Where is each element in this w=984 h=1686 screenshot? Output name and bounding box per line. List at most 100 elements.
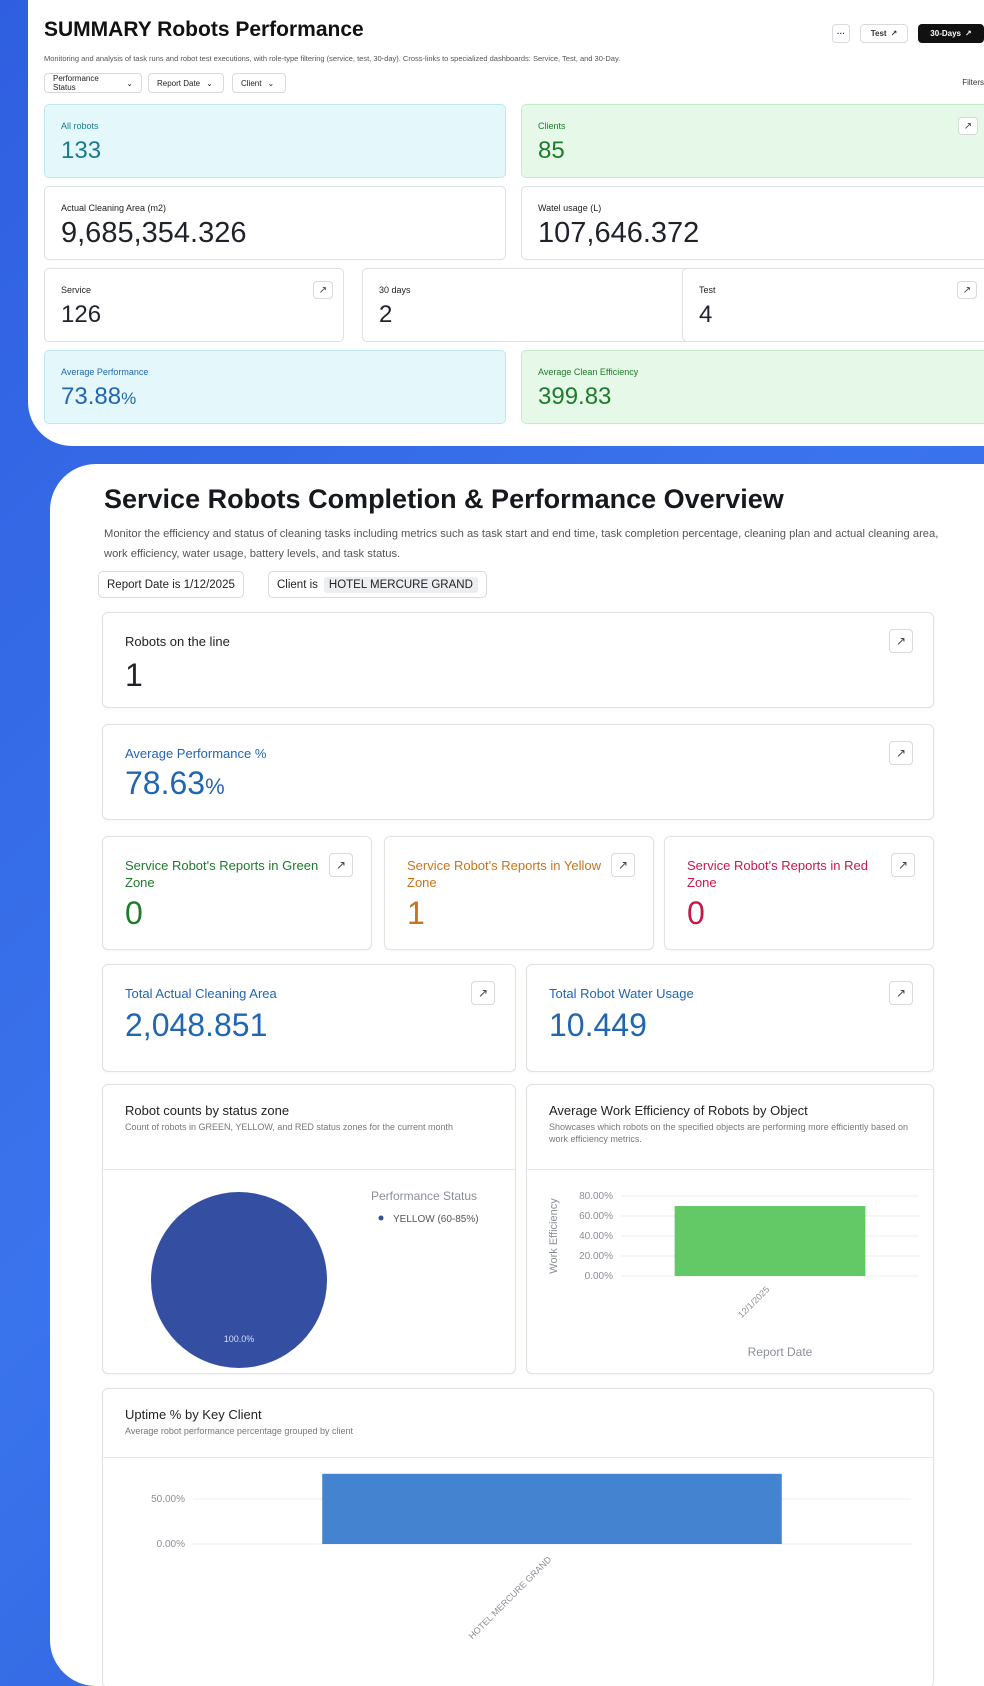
section-title: Service Robots Completion & Performance … <box>104 484 784 514</box>
y-tick-label: 50.00% <box>151 1494 185 1505</box>
chevron-down-icon: ⌄ <box>126 78 133 88</box>
card-label: Service Robot's Reports in Green Zone <box>125 858 319 890</box>
y-tick-label: 20.00% <box>579 1251 613 1262</box>
card-value: 85 <box>538 137 565 164</box>
filter-performance-status[interactable]: Performance Status ⌄ <box>44 73 142 93</box>
page-title: SUMMARY Robots Performance <box>44 18 364 41</box>
card-label: Average Performance <box>61 367 149 377</box>
summary-panel: SUMMARY Robots Performance ··· Test ↗ 30… <box>28 0 984 446</box>
y-tick-label: 0.00% <box>585 1271 613 1282</box>
open-arrow-icon[interactable]: ↗ <box>891 853 915 877</box>
card-label: Service Robot's Reports in Red Zone <box>687 858 868 890</box>
external-link-icon: ↗ <box>964 29 972 38</box>
card-label: Service <box>61 285 92 295</box>
chart-subtitle: Showcases which robots on the specified … <box>549 1122 909 1144</box>
open-arrow-icon[interactable]: ↗ <box>958 117 978 135</box>
y-tick-label: 80.00% <box>579 1191 613 1202</box>
card-label: Actual Cleaning Area (m2) <box>61 203 167 213</box>
open-arrow-icon[interactable]: ↗ <box>957 281 977 299</box>
filter-chip-client[interactable]: Client is HOTEL MERCURE GRAND <box>268 571 487 598</box>
card-value: 0 <box>125 895 143 931</box>
chart-subtitle: Count of robots in GREEN, YELLOW, and RE… <box>125 1122 453 1132</box>
card-test[interactable]: Test 4 ↗ <box>682 268 984 342</box>
open-arrow-icon[interactable]: ↗ <box>313 281 333 299</box>
card-average-clean-efficiency: Average Clean Efficiency 399.83 <box>521 350 984 424</box>
chip-value: HOTEL MERCURE GRAND <box>323 576 478 593</box>
filters-toggle[interactable]: Filters <box>962 78 984 87</box>
more-button[interactable]: ··· <box>832 24 850 43</box>
open-arrow-icon[interactable]: ↗ <box>471 981 495 1005</box>
card-average-performance[interactable]: Average Performance % 78.63% ↗ <box>102 724 934 820</box>
open-arrow-icon[interactable]: ↗ <box>329 853 353 877</box>
open-arrow-icon[interactable]: ↗ <box>889 629 913 653</box>
card-label: Average Clean Efficiency <box>538 367 639 377</box>
external-link-icon: ↗ <box>890 29 898 38</box>
x-tick-label: 12/1/2025 <box>736 1284 771 1319</box>
card-total-cleaning-area[interactable]: Total Actual Cleaning Area 2,048.851 ↗ <box>102 964 516 1072</box>
chart-card-uptime: Uptime % by Key Client Average robot per… <box>102 1388 934 1686</box>
open-arrow-icon[interactable]: ↗ <box>889 981 913 1005</box>
card-label: Watel usage (L) <box>538 203 602 213</box>
card-value: 73.88% <box>61 383 136 411</box>
card-yellow-zone[interactable]: Service Robot's Reports in Yellow Zone 1… <box>384 836 654 950</box>
pie-slice-label: 100.0% <box>224 1334 255 1344</box>
card-label: 30 days <box>379 285 411 295</box>
chip-label: Report Date is 1/12/2025 <box>107 578 235 591</box>
test-button-label: Test <box>870 29 887 38</box>
card-value: 78.63% <box>125 765 225 802</box>
card-value: 4 <box>699 301 713 328</box>
bar-chart-work-efficiency: 0.00% 20.00% 40.00% 60.00% 80.00% Work Effici… <box>548 1191 919 1359</box>
chevron-down-icon: ⌄ <box>267 78 275 88</box>
test-dashboard-button[interactable]: Test ↗ <box>860 24 908 43</box>
card-label: All robots <box>61 121 99 131</box>
y-tick-label: 0.00% <box>157 1539 185 1550</box>
legend-item: YELLOW (60-85%) <box>393 1214 479 1225</box>
page-description: Monitoring and analysis of task runs and… <box>44 54 621 63</box>
card-label: Average Performance % <box>125 746 267 761</box>
card-label: Clients <box>538 121 566 131</box>
card-service[interactable]: Service 126 ↗ <box>44 268 344 342</box>
y-tick-label: 40.00% <box>579 1231 613 1242</box>
filter-label: Performance Status <box>53 74 99 92</box>
chart-title: Uptime % by Key Client <box>125 1407 262 1422</box>
card-label: Total Robot Water Usage <box>549 986 694 1001</box>
card-total-water-usage[interactable]: Total Robot Water Usage 10.449 ↗ <box>526 964 934 1072</box>
card-value: 133 <box>61 137 102 164</box>
card-thirty-days: 30 days 2 <box>362 268 704 342</box>
value-number: 73.88 <box>61 383 122 410</box>
filter-label: Client <box>241 78 262 88</box>
x-tick-label: HOTEL MERCURE GRAND <box>467 1554 554 1641</box>
value-number: 78.63 <box>125 765 206 801</box>
card-clients[interactable]: Clients 85 ↗ <box>521 104 984 178</box>
open-arrow-icon[interactable]: ↗ <box>889 741 913 765</box>
card-value: 1 <box>125 657 143 693</box>
card-label: Robots on the line <box>125 634 230 649</box>
card-label: Service Robot's Reports in Yellow Zone <box>407 858 601 890</box>
legend-marker <box>378 1215 384 1221</box>
card-label: Test <box>699 285 716 295</box>
card-value: 2,048.851 <box>125 1007 268 1043</box>
card-red-zone[interactable]: Service Robot's Reports in Red Zone 0 ↗ <box>664 836 934 950</box>
filter-chip-report-date[interactable]: Report Date is 1/12/2025 <box>98 571 244 598</box>
bar <box>674 1206 866 1276</box>
filter-client[interactable]: Client ⌄ <box>232 73 286 93</box>
card-value: 126 <box>61 301 102 328</box>
card-value: 107,646.372 <box>538 217 700 249</box>
card-all-robots: All robots 133 <box>44 104 506 178</box>
filter-report-date[interactable]: Report Date ⌄ <box>148 73 224 93</box>
thirty-days-dashboard-button[interactable]: 30-Days ↗ <box>918 24 984 43</box>
value-unit: % <box>121 389 137 408</box>
card-value: 1 <box>407 895 425 931</box>
card-cleaning-area: Actual Cleaning Area (m2) 9,685,354.326 <box>44 186 506 260</box>
card-water-usage: Watel usage (L) 107,646.372 <box>521 186 984 260</box>
open-arrow-icon[interactable]: ↗ <box>611 853 635 877</box>
legend-title: Performance Status <box>371 1189 477 1203</box>
card-average-performance: Average Performance 73.88% <box>44 350 506 424</box>
chart-card-status-zone: Robot counts by status zone Count of rob… <box>102 1084 516 1374</box>
card-robots-on-line[interactable]: Robots on the line 1 ↗ <box>102 612 934 708</box>
card-green-zone[interactable]: Service Robot's Reports in Green Zone 0 … <box>102 836 372 950</box>
card-value: 2 <box>379 301 393 328</box>
y-tick-label: 60.00% <box>579 1211 613 1222</box>
card-value: 9,685,354.326 <box>61 217 247 249</box>
chart-title: Robot counts by status zone <box>125 1103 290 1118</box>
